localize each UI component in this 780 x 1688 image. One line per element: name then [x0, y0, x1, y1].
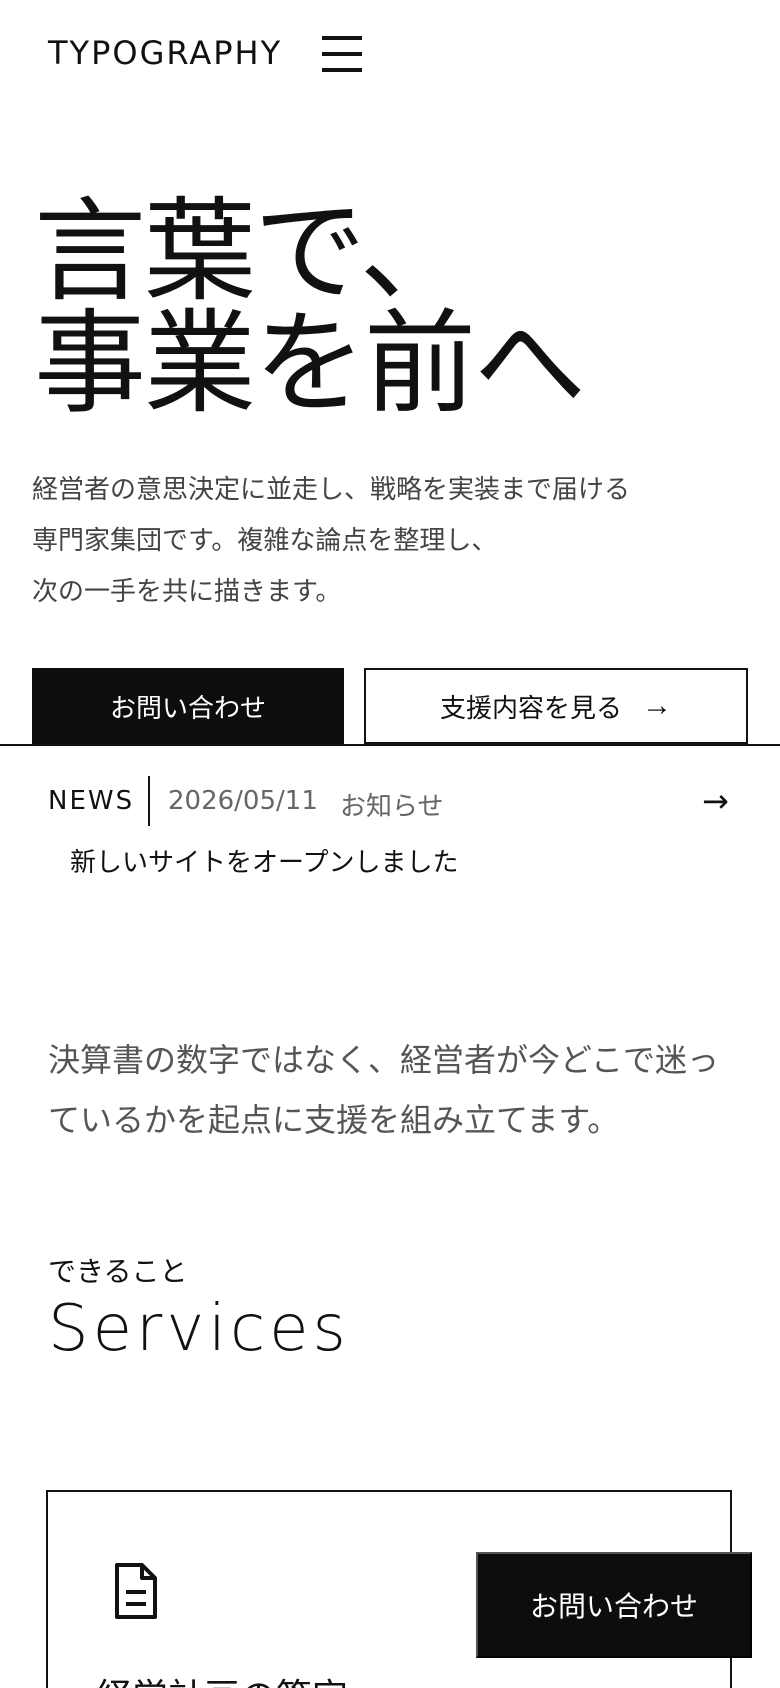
contact-button[interactable]: お問い合わせ — [32, 668, 344, 744]
hamburger-line — [322, 68, 362, 72]
hero-lead-line: 次の一手を共に描きます。 — [32, 577, 342, 607]
hero-title-line: 事業を前へ — [34, 299, 586, 429]
hero-title: 言葉で、 事業を前へ — [34, 196, 754, 420]
arrow-right-icon[interactable]: → — [702, 782, 729, 820]
services-kicker: できること — [48, 1255, 188, 1288]
site-logo[interactable]: TYPOGRAPHY — [48, 34, 282, 72]
news-label: NEWS — [48, 786, 135, 816]
news-title-link[interactable]: 新しいサイトをオープンしました — [70, 842, 458, 879]
hamburger-line — [322, 36, 362, 40]
services-title: Services — [48, 1292, 350, 1366]
news-date: 2026/05/11 — [168, 786, 318, 816]
intro-text: 決算書の数字ではなく、経営者が今どこで迷っ ているかを起点に支援を組み立てます。 — [48, 1030, 748, 1150]
hero-lead: 経営者の意思決定に並走し、戦略を実装まで届ける 専門家集団です。複雑な論点を整理… — [32, 465, 752, 618]
intro-line: ているかを起点に支援を組み立てます。 — [48, 1101, 620, 1139]
hamburger-icon[interactable] — [320, 34, 364, 74]
news-bar: NEWS 2026/05/11 お知らせ → 新しいサイトをオープンしました — [0, 744, 780, 878]
hamburger-line — [322, 52, 362, 56]
view-services-label: 支援内容を見る — [439, 692, 622, 723]
hero-lead-line: 専門家集団です。複雑な論点を整理し、 — [32, 526, 498, 556]
hero-title-line: 言葉で、 — [34, 187, 472, 317]
document-icon — [115, 1563, 157, 1619]
hero-lead-line: 経営者の意思決定に並走し、戦略を実装まで届ける — [32, 475, 631, 505]
news-divider — [148, 776, 150, 826]
floating-contact-button[interactable]: お問い合わせ — [476, 1552, 752, 1658]
site-header: TYPOGRAPHY — [0, 0, 780, 110]
news-category: お知らせ — [340, 792, 444, 822]
view-services-button[interactable]: 支援内容を見る → — [364, 668, 748, 744]
arrow-right-icon: → — [642, 689, 672, 722]
intro-line: 決算書の数字ではなく、経営者が今どこで迷っ — [48, 1041, 720, 1079]
service-card-title: 経営計画の策定 — [96, 1668, 348, 1688]
